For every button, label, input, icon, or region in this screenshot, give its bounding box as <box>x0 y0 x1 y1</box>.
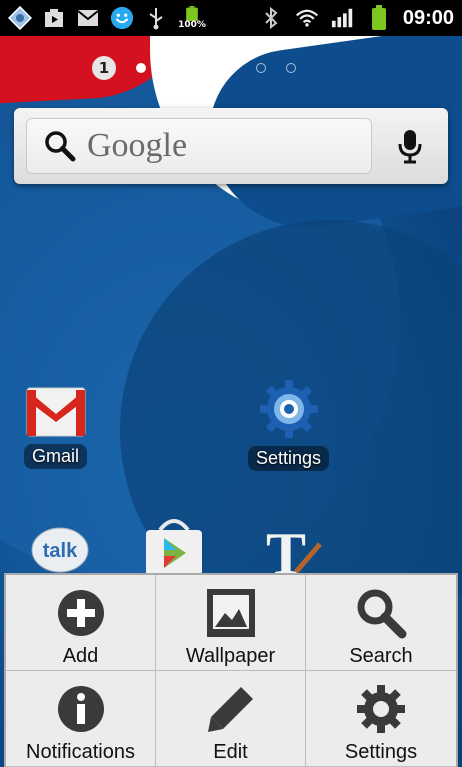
menu-item-add[interactable]: Add <box>6 575 156 671</box>
settings-shortcut-label: Settings <box>248 446 330 471</box>
page-dot[interactable] <box>226 63 236 73</box>
search-icon <box>355 587 407 639</box>
text-editor-shortcut[interactable]: T <box>260 524 324 576</box>
svg-text:talk: talk <box>43 540 78 562</box>
info-icon <box>55 683 107 735</box>
add-icon <box>55 587 107 639</box>
gmail-icon <box>76 6 100 30</box>
page-dot[interactable] <box>286 63 296 73</box>
gmail-shortcut-label: Gmail <box>24 444 88 469</box>
talk-icon: talk <box>30 526 90 576</box>
menu-item-label: Search <box>349 645 413 667</box>
page-dot[interactable] <box>256 63 266 73</box>
search-magnifier-icon <box>43 129 77 163</box>
play-store-icon <box>142 518 206 576</box>
bluetooth-icon <box>259 6 283 30</box>
google-search-widget: Google <box>14 108 448 184</box>
menu-item-label: Settings <box>344 741 418 763</box>
menu-item-label: Wallpaper <box>185 645 276 667</box>
notification-app-icon <box>8 6 32 30</box>
text-editor-icon: T <box>260 524 324 576</box>
google-search-field[interactable]: Google <box>26 118 372 174</box>
options-menu: Add Wallpaper Search Notifications Edit <box>4 573 458 767</box>
menu-item-settings[interactable]: Settings <box>306 671 456 767</box>
page-indicator-current[interactable]: 1 <box>92 56 116 80</box>
menu-item-search[interactable]: Search <box>306 575 456 671</box>
gmail-icon <box>25 382 87 438</box>
menu-item-label: Add <box>62 645 99 667</box>
menu-item-notifications[interactable]: Notifications <box>6 671 156 767</box>
status-bar[interactable]: 100% 09:00 <box>0 0 462 36</box>
battery-low-icon: 100% <box>178 6 206 30</box>
gear-icon <box>355 683 407 735</box>
page-indicator[interactable]: 1 <box>92 56 296 80</box>
menu-item-label: Notifications <box>26 741 135 763</box>
talk-shortcut[interactable]: talk <box>30 526 90 576</box>
page-dot[interactable] <box>166 63 176 73</box>
settings-shortcut[interactable]: Settings <box>248 378 330 471</box>
page-dot[interactable] <box>196 63 206 73</box>
google-search-label: Google <box>87 127 188 164</box>
battery-icon <box>367 5 391 30</box>
menu-item-wallpaper[interactable]: Wallpaper <box>156 575 306 671</box>
voice-search-button[interactable] <box>386 122 434 170</box>
pencil-icon <box>205 683 257 735</box>
settings-gear-icon <box>258 378 320 440</box>
wifi-icon <box>295 6 319 30</box>
usb-icon <box>144 6 168 30</box>
media-icon <box>42 6 66 30</box>
menu-item-label: Edit <box>213 741 248 763</box>
wallpaper-icon <box>205 587 257 639</box>
play-store-shortcut[interactable] <box>142 518 206 576</box>
menu-item-edit[interactable]: Edit <box>156 671 306 767</box>
page-dot[interactable] <box>136 63 146 73</box>
status-time: 09:00 <box>402 6 454 29</box>
gmail-shortcut[interactable]: Gmail <box>24 382 88 469</box>
chat-icon <box>110 6 134 30</box>
signal-icon <box>331 6 355 30</box>
microphone-icon <box>397 128 423 164</box>
battery-percent-label: 100% <box>178 20 206 30</box>
